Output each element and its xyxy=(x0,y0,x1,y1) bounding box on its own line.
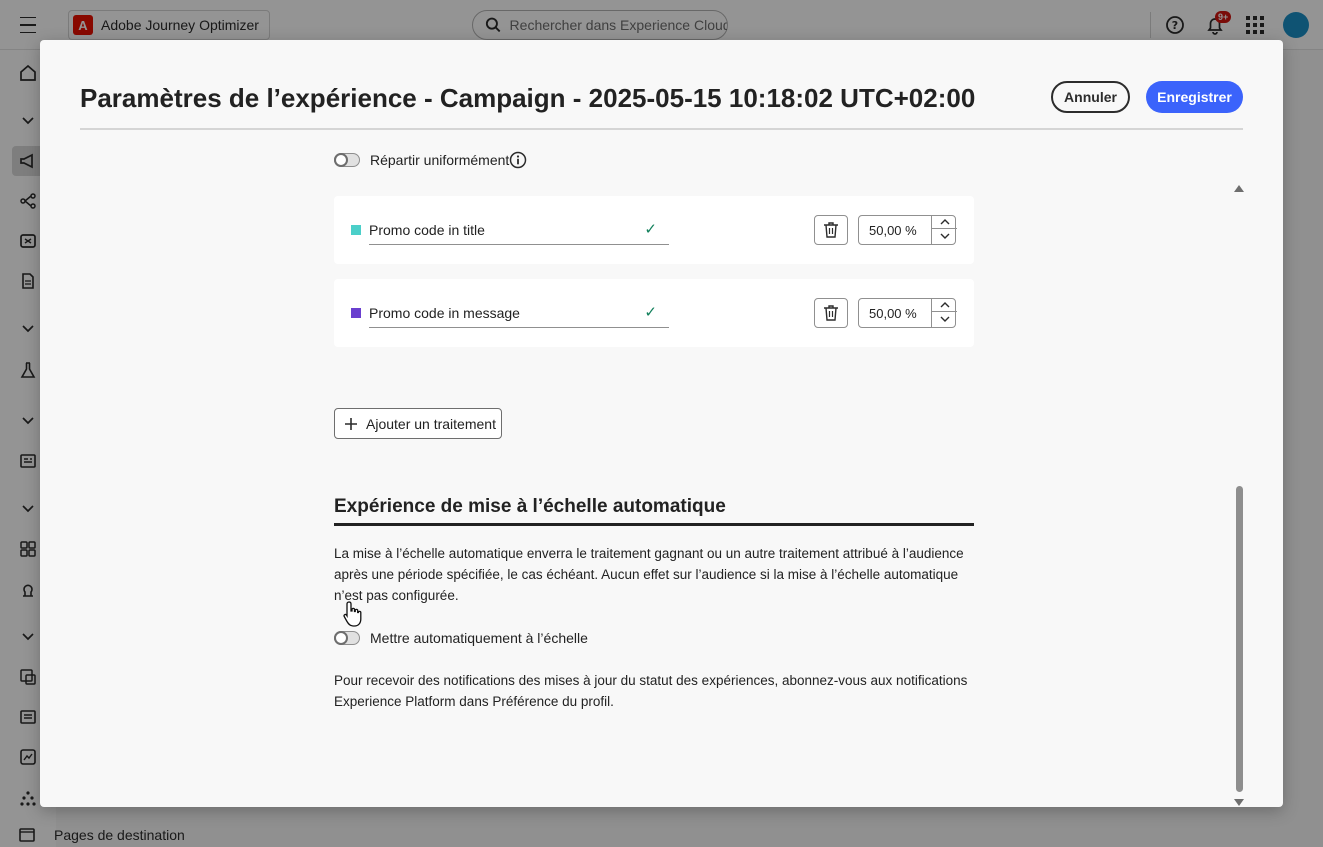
decrement-button[interactable] xyxy=(932,229,957,243)
increment-button[interactable] xyxy=(932,298,957,312)
toggle-knob xyxy=(334,631,348,645)
even-split-label: Répartir uniformément xyxy=(370,152,510,168)
auto-scale-description: La mise à l’échelle automatique enverra … xyxy=(334,546,964,603)
treatment-percent-stepper[interactable]: 50,00 % xyxy=(858,215,957,245)
decrement-button[interactable] xyxy=(932,312,957,326)
increment-button[interactable] xyxy=(932,215,957,229)
stepper-controls xyxy=(931,215,957,245)
treatment-name: Promo code in message xyxy=(369,305,520,321)
treatment-card: Promo code in message ✓ 50,00 % xyxy=(334,279,974,347)
toggle-knob xyxy=(334,153,348,167)
scroll-down-arrow-icon[interactable] xyxy=(1234,799,1244,806)
stepper-controls xyxy=(931,298,957,328)
treatment-percent-value: 50,00 % xyxy=(869,223,917,238)
section-underline xyxy=(334,523,974,526)
scrollbar-thumb[interactable] xyxy=(1236,486,1243,792)
chevron-down-icon xyxy=(940,233,949,239)
checkmark-icon: ✓ xyxy=(644,221,657,238)
treatment-color-swatch xyxy=(351,308,361,318)
treatment-name: Promo code in title xyxy=(369,222,485,238)
treatment-name-field[interactable]: Promo code in message ✓ xyxy=(369,298,669,328)
scroll-up-arrow-icon[interactable] xyxy=(1234,185,1244,192)
dialog-title: Paramètres de l’expérience - Campaign - … xyxy=(80,83,976,113)
delete-treatment-button[interactable] xyxy=(814,215,848,245)
add-treatment-button[interactable]: Ajouter un traitement xyxy=(334,408,502,439)
auto-scale-toggle[interactable] xyxy=(334,631,360,645)
treatment-color-swatch xyxy=(351,225,361,235)
info-icon[interactable] xyxy=(509,151,527,169)
delete-treatment-button[interactable] xyxy=(814,298,848,328)
plus-icon xyxy=(345,417,357,430)
checkmark-icon: ✓ xyxy=(644,304,657,321)
hand-pointer-cursor-icon xyxy=(343,601,362,627)
trash-icon xyxy=(824,222,838,238)
treatment-percent-stepper[interactable]: 50,00 % xyxy=(858,298,957,328)
add-treatment-label: Ajouter un traitement xyxy=(366,415,496,432)
treatment-card: Promo code in title ✓ 50,00 % xyxy=(334,196,974,264)
notification-note: Pour recevoir des notifications des mise… xyxy=(334,673,968,709)
treatment-percent-value: 50,00 % xyxy=(869,306,917,321)
dialog-scroll-content[interactable]: Répartir uniformément Promo code in titl… xyxy=(40,130,1283,807)
experiment-settings-dialog: Paramètres de l’expérience - Campaign - … xyxy=(40,40,1283,807)
chevron-up-icon xyxy=(940,219,949,225)
auto-scale-heading: Expérience de mise à l’échelle automatiq… xyxy=(334,496,726,517)
chevron-up-icon xyxy=(940,302,949,308)
cancel-button[interactable]: Annuler xyxy=(1051,81,1130,113)
treatment-name-field[interactable]: Promo code in title ✓ xyxy=(369,215,669,245)
auto-scale-toggle-label: Mettre automatiquement à l’échelle xyxy=(370,630,588,646)
trash-icon xyxy=(824,305,838,321)
save-button[interactable]: Enregistrer xyxy=(1146,81,1243,113)
even-split-toggle[interactable] xyxy=(334,153,360,167)
chevron-down-icon xyxy=(940,316,949,322)
